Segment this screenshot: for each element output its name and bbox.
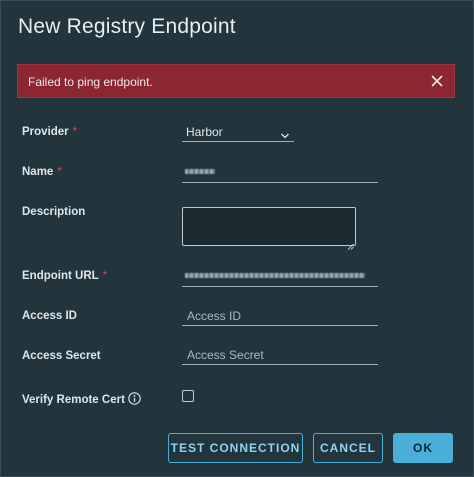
required-mark: *	[72, 126, 78, 138]
endpoint-url-label-text: Endpoint URL	[22, 270, 99, 282]
access-id-input[interactable]: Access ID	[182, 307, 378, 326]
error-alert: Failed to ping endpoint.	[17, 64, 455, 98]
provider-select[interactable]: Harbor	[182, 124, 294, 142]
verify-remote-cert-label-text: Verify Remote Cert	[22, 394, 125, 406]
name-label-text: Name	[22, 166, 54, 178]
resize-handle-icon[interactable]	[347, 237, 354, 250]
verify-remote-cert-checkbox[interactable]	[182, 390, 194, 402]
dialog-title: New Registry Endpoint	[18, 15, 236, 38]
test-connection-button[interactable]: TEST CONNECTION	[168, 433, 303, 463]
description-textarea[interactable]	[182, 207, 356, 250]
access-secret-placeholder: Access Secret	[187, 348, 264, 362]
access-id-placeholder: Access ID	[187, 309, 242, 323]
description-label-text: Description	[22, 206, 86, 218]
provider-label: Provider *	[22, 126, 77, 138]
new-registry-endpoint-dialog: New Registry Endpoint Failed to ping end…	[0, 0, 474, 477]
info-icon[interactable]	[128, 392, 141, 405]
redacted-value	[185, 273, 365, 278]
endpoint-url-input[interactable]	[182, 268, 378, 287]
access-secret-label: Access Secret	[22, 350, 101, 362]
ok-button[interactable]: OK	[393, 433, 453, 463]
verify-remote-cert-label: Verify Remote Cert	[22, 392, 141, 406]
close-icon[interactable]	[429, 73, 445, 89]
description-label: Description	[22, 206, 85, 218]
cancel-button[interactable]: CANCEL	[313, 433, 383, 463]
access-secret-label-text: Access Secret	[22, 350, 101, 362]
name-label: Name *	[22, 166, 62, 178]
access-secret-input[interactable]: Access Secret	[182, 346, 378, 365]
access-id-label: Access ID	[22, 310, 77, 322]
required-mark: *	[57, 166, 62, 178]
access-id-label-text: Access ID	[22, 310, 77, 322]
provider-label-text: Provider	[22, 126, 69, 138]
required-mark: *	[102, 270, 108, 282]
endpoint-url-label: Endpoint URL *	[22, 270, 107, 282]
redacted-value	[185, 169, 215, 174]
alert-message: Failed to ping endpoint.	[28, 75, 153, 89]
name-input[interactable]	[182, 164, 378, 183]
provider-selected-value: Harbor	[186, 125, 223, 139]
chevron-down-icon	[280, 127, 290, 139]
